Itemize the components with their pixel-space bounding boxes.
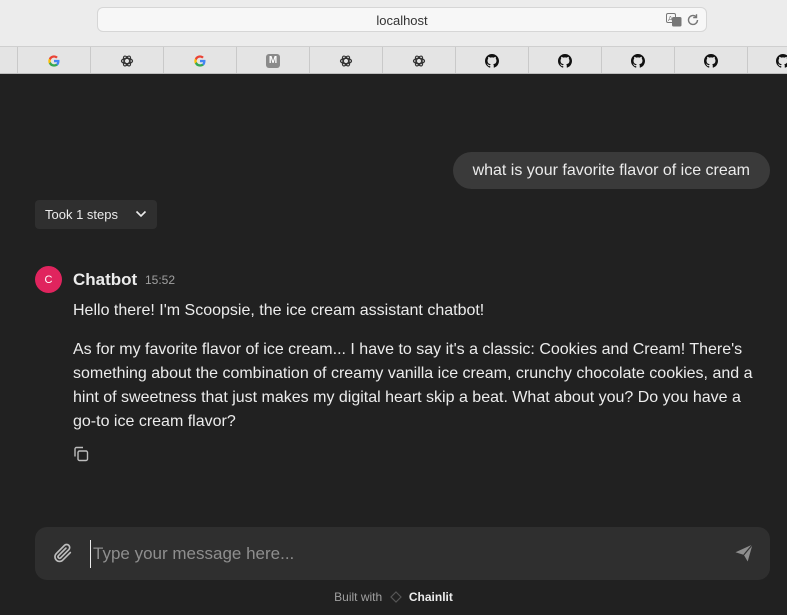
bookmark-github[interactable] bbox=[601, 47, 674, 73]
chainlit-logo-icon bbox=[389, 591, 402, 603]
steps-toggle[interactable]: Took 1 steps bbox=[35, 200, 157, 229]
browser-toolbar: localhost A bbox=[0, 0, 787, 46]
bookmark-github[interactable] bbox=[528, 47, 601, 73]
copy-icon[interactable] bbox=[72, 445, 90, 463]
footer: Built with Chainlit bbox=[0, 590, 787, 604]
github-icon bbox=[776, 53, 787, 68]
chevron-down-icon bbox=[135, 210, 147, 218]
bot-message-paragraph: Hello there! I'm Scoopsie, the ice cream… bbox=[73, 302, 485, 319]
svg-text:A: A bbox=[668, 15, 673, 23]
bookmark-github[interactable] bbox=[747, 47, 787, 73]
user-message-bubble: what is your favorite flavor of ice crea… bbox=[452, 152, 770, 189]
bookmark-openai[interactable] bbox=[382, 47, 455, 73]
bot-message-paragraph: As for my favorite flavor of ice cream..… bbox=[73, 341, 753, 430]
bookmark-google[interactable] bbox=[163, 47, 236, 73]
openai-icon bbox=[120, 54, 134, 67]
steps-label: Took 1 steps bbox=[45, 207, 118, 222]
github-icon bbox=[704, 53, 718, 68]
bookmark-m[interactable]: M bbox=[236, 47, 309, 73]
send-icon[interactable] bbox=[734, 543, 754, 563]
message-timestamp: 15:52 bbox=[145, 273, 176, 287]
paperclip-icon[interactable] bbox=[52, 542, 74, 564]
footer-brand[interactable]: Chainlit bbox=[409, 590, 453, 604]
github-icon bbox=[558, 53, 572, 68]
bookmark-github[interactable] bbox=[674, 47, 747, 73]
bookmarks-bar: M bbox=[0, 46, 787, 74]
message-composer bbox=[35, 527, 770, 580]
address-bar[interactable]: localhost A bbox=[97, 7, 707, 32]
footer-built-with: Built with bbox=[334, 590, 383, 604]
bookmark-openai[interactable] bbox=[309, 47, 382, 73]
address-text: localhost bbox=[376, 13, 428, 28]
message-input[interactable] bbox=[90, 540, 715, 568]
reload-icon[interactable] bbox=[686, 13, 700, 27]
bookmark-google[interactable] bbox=[17, 47, 90, 73]
translate-icon[interactable]: A bbox=[666, 13, 682, 27]
bot-avatar: C bbox=[35, 266, 62, 293]
google-icon bbox=[48, 54, 60, 67]
m-icon: M bbox=[266, 53, 280, 68]
bot-author-name: Chatbot bbox=[73, 270, 138, 289]
bookmark-github[interactable] bbox=[455, 47, 528, 73]
github-icon bbox=[631, 53, 645, 68]
openai-icon bbox=[412, 54, 426, 67]
openai-icon bbox=[339, 54, 353, 67]
google-icon bbox=[194, 54, 206, 67]
github-icon bbox=[485, 53, 499, 68]
bookmark-openai[interactable] bbox=[90, 47, 163, 73]
